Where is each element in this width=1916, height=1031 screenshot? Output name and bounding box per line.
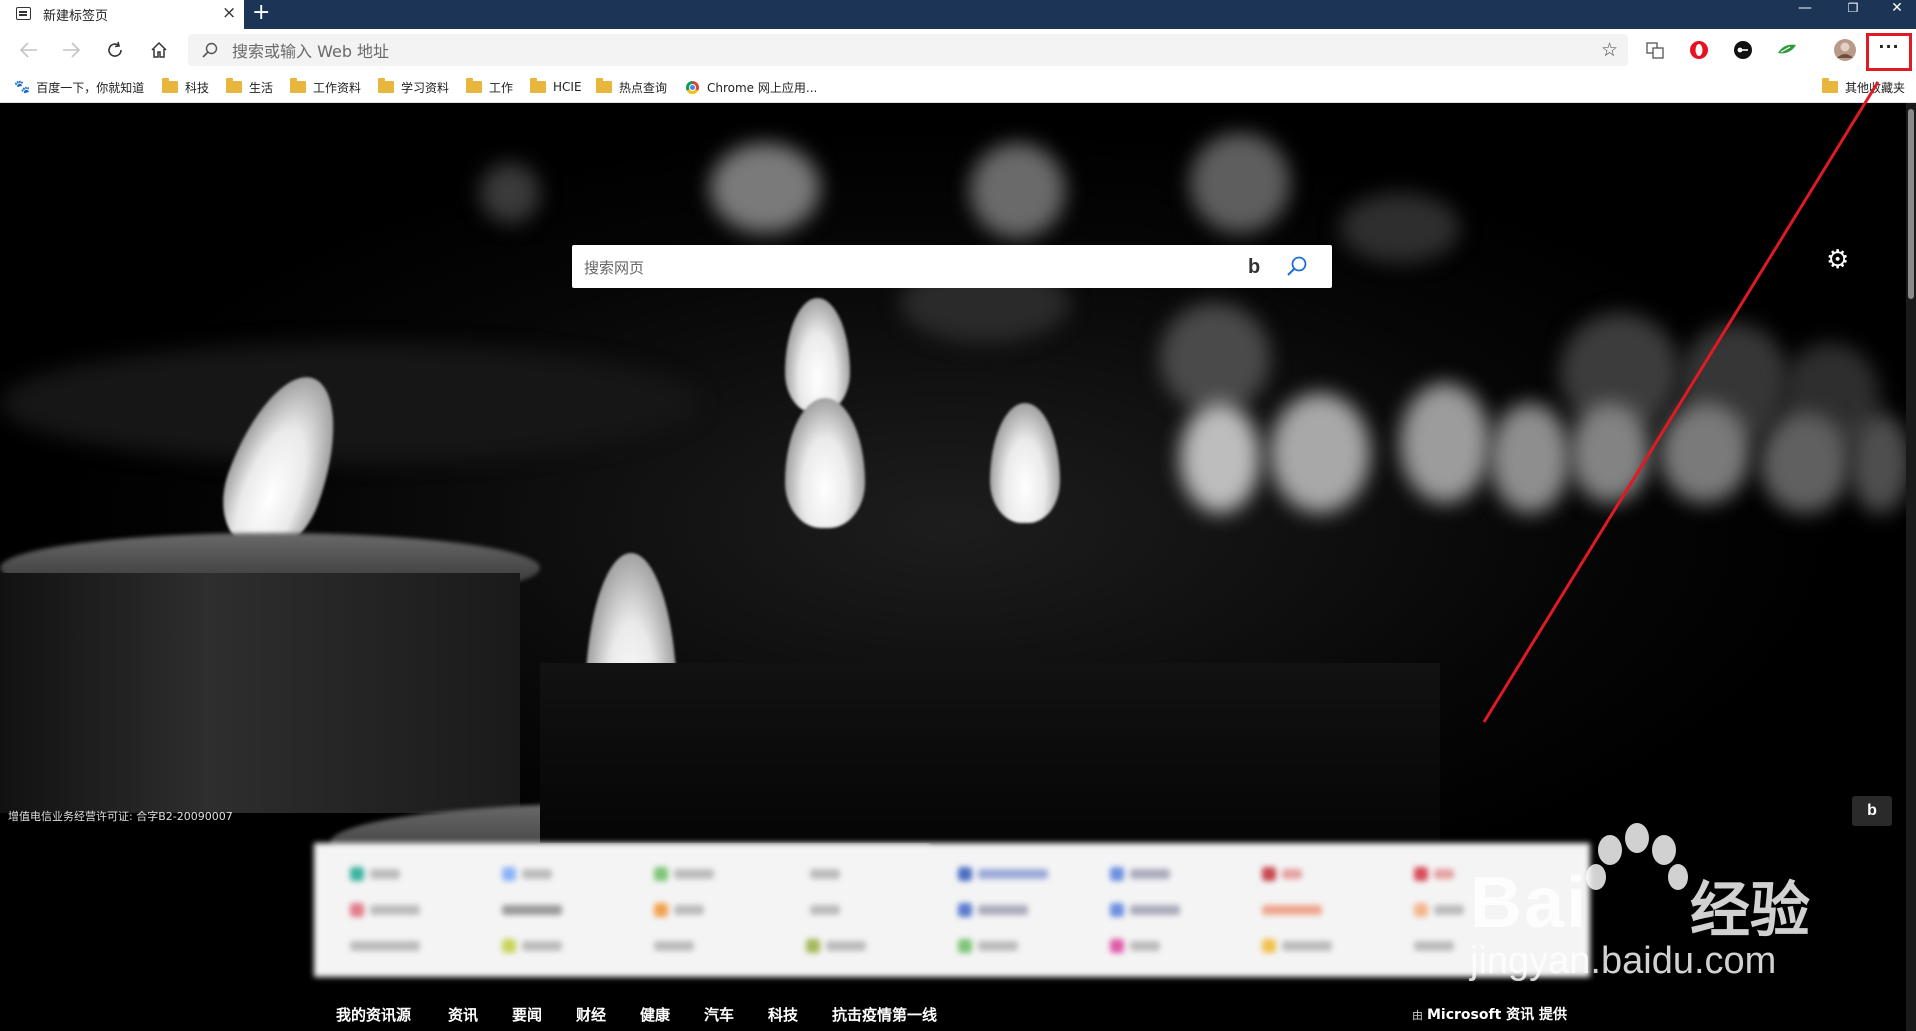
news-tab-auto[interactable]: 汽车 (704, 1004, 734, 1025)
news-nav: 我的资讯源 资讯 要闻 财经 健康 汽车 科技 抗击疫情第一线 由 Microso… (0, 996, 1906, 1031)
news-tab-health[interactable]: 健康 (640, 1004, 670, 1025)
bookmark-label: 其他收藏夹 (1845, 80, 1906, 95)
bookmark-folder-tech[interactable]: 科技 (162, 77, 209, 97)
news-tab-headlines[interactable]: 要闻 (512, 1004, 542, 1025)
refresh-icon (108, 41, 122, 57)
news-tab-my-feed[interactable]: 我的资讯源 (336, 1004, 411, 1025)
provider-prefix: 由 (1412, 1009, 1423, 1022)
restore-button[interactable]: ❐ (1836, 0, 1870, 18)
close-window-button[interactable]: ✕ (1880, 0, 1914, 18)
bookmark-label: Chrome 网上应用... (707, 80, 818, 95)
key-extension-icon[interactable] (1730, 37, 1756, 63)
scrollbar-thumb[interactable] (1908, 109, 1914, 299)
bookmark-folder-hot-search[interactable]: 热点查询 (596, 77, 667, 97)
quick-links-panel[interactable] (314, 843, 1590, 977)
bookmark-folder-life[interactable]: 生活 (226, 77, 273, 97)
bookmark-label: 生活 (249, 80, 274, 95)
bookmark-folder-work-materials[interactable]: 工作资料 (290, 77, 361, 97)
bing-logo-icon: b (1248, 256, 1261, 278)
folder-icon (290, 78, 306, 93)
search-icon (202, 42, 218, 58)
arrow-left-icon (20, 42, 37, 58)
forward-button[interactable] (56, 35, 86, 65)
address-bar[interactable]: ☆ (188, 34, 1628, 68)
newtab-page-icon (16, 7, 31, 20)
close-tab-icon[interactable]: × (222, 3, 236, 23)
folder-icon (162, 78, 178, 93)
chrome-icon (686, 80, 699, 94)
bookmark-chrome-webstore[interactable]: Chrome 网上应用... (686, 77, 817, 97)
settings-gear-icon[interactable]: ⚙ (1826, 245, 1849, 275)
folder-icon (226, 78, 242, 93)
bookmark-folder-work[interactable]: 工作 (466, 77, 513, 97)
bookmarks-bar: 🐾 百度一下，你就知道 科技 生活 工作资料 学习资料 工作 HCIE 热点查询… (0, 71, 1916, 103)
bookmark-folder-study-materials[interactable]: 学习资料 (378, 77, 449, 97)
news-tab-covid[interactable]: 抗击疫情第一线 (832, 1004, 937, 1025)
bookmark-folder-hcie[interactable]: HCIE (530, 77, 582, 97)
bookmark-other-favorites[interactable]: 其他收藏夹 (1822, 77, 1905, 97)
bookmark-baidu[interactable]: 🐾 百度一下，你就知道 (14, 77, 144, 97)
baidu-paw-icon: 🐾 (14, 79, 31, 95)
bookmark-label: 科技 (185, 80, 210, 95)
home-button[interactable] (144, 35, 174, 65)
news-tab-finance[interactable]: 财经 (576, 1004, 606, 1025)
bookmark-label: 热点查询 (619, 80, 668, 95)
watermark: Bai 经验 jingyan.baidu.com (1470, 822, 1910, 990)
watermark-url: jingyan.baidu.com (1470, 940, 1777, 982)
browser-toolbar: ☆ ··· (0, 29, 1916, 71)
bookmark-label: 工作资料 (313, 80, 362, 95)
bookmark-label: 工作 (489, 80, 514, 95)
watermark-brand-suffix: 经验 (1690, 876, 1810, 946)
provider-label: Microsoft 资讯 提供 (1427, 1007, 1568, 1023)
opera-extension-icon[interactable] (1686, 37, 1712, 63)
news-tab-tech[interactable]: 科技 (768, 1004, 798, 1025)
title-bar: 新建标签页 × + — ❐ ✕ (0, 0, 1916, 29)
bookmark-label: 学习资料 (401, 80, 450, 95)
green-extension-icon[interactable] (1774, 37, 1800, 63)
folder-icon (378, 78, 394, 93)
bookmark-label: HCIE (553, 80, 582, 94)
news-provider[interactable]: 由 Microsoft 资讯 提供 (1412, 1004, 1567, 1024)
arrow-right-icon (63, 42, 80, 58)
watermark-brand: Bai (1470, 863, 1589, 943)
tab-title: 新建标签页 (43, 9, 109, 24)
web-search-box[interactable]: b (572, 245, 1332, 290)
favorite-star-icon[interactable]: ☆ (1601, 39, 1618, 61)
search-submit-icon[interactable] (1286, 255, 1308, 277)
folder-icon (1822, 78, 1838, 93)
home-icon (151, 41, 167, 58)
folder-icon (596, 78, 612, 93)
folder-icon (530, 78, 546, 93)
folder-icon (466, 78, 482, 93)
translate-extension-icon[interactable] (1642, 37, 1668, 63)
news-tab-news[interactable]: 资讯 (448, 1004, 478, 1025)
new-tab-button[interactable]: + (252, 1, 270, 25)
profile-avatar[interactable] (1832, 37, 1858, 63)
refresh-button[interactable] (100, 35, 130, 65)
bookmark-label: 百度一下，你就知道 (36, 80, 145, 95)
baidu-paw-icon (1586, 823, 1688, 890)
web-search-input[interactable] (582, 245, 1236, 290)
annotation-highlight-box (1866, 33, 1912, 71)
back-button[interactable] (14, 35, 44, 65)
address-input[interactable] (230, 34, 1534, 68)
minimize-button[interactable]: — (1788, 0, 1822, 18)
tab-new-tab[interactable]: 新建标签页 × (0, 0, 244, 29)
license-text[interactable]: 增值电信业务经营许可证: 合字B2-20090007 (8, 808, 233, 824)
